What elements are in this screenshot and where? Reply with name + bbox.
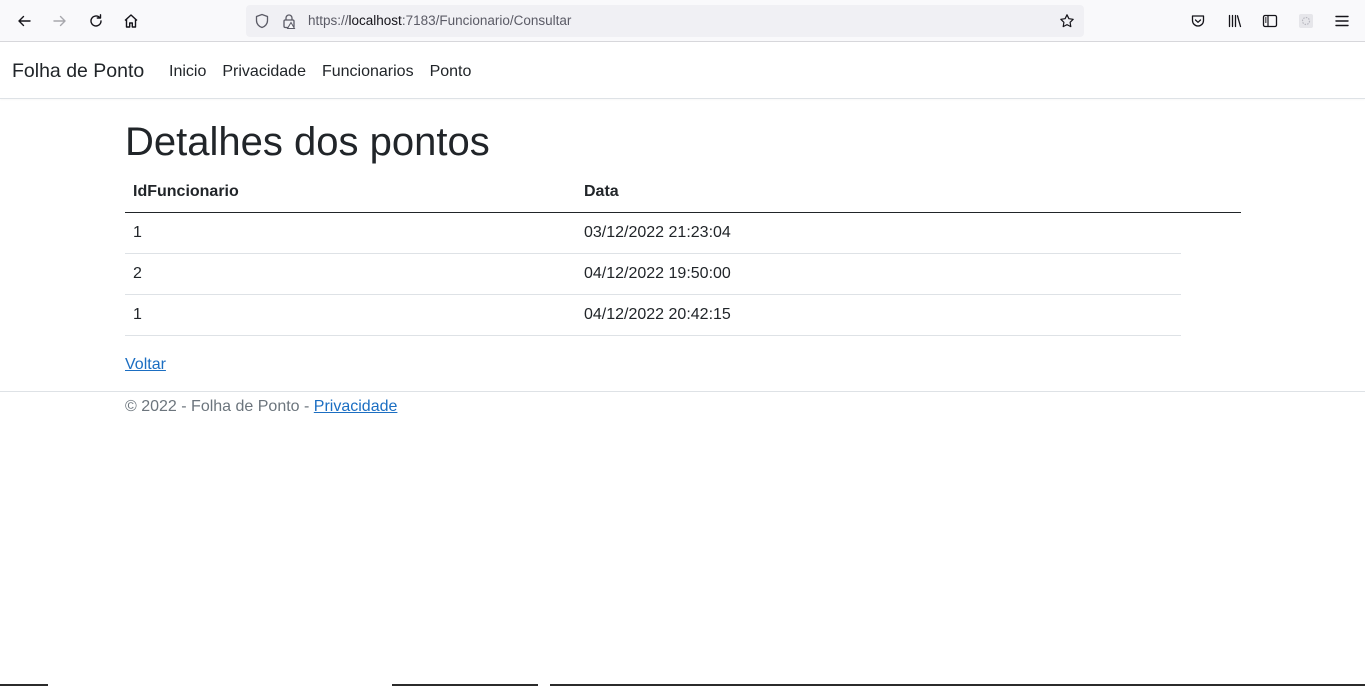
cell-data: 04/12/2022 20:42:15	[576, 294, 1241, 336]
row-separator-mask	[1181, 293, 1241, 295]
address-bar[interactable]: https://localhost:7183/Funcionario/Consu…	[246, 5, 1084, 37]
site-footer: © 2022 - Folha de Ponto - Privacidade	[0, 391, 1365, 421]
bookmark-star-icon[interactable]	[1059, 13, 1075, 29]
points-table: IdFuncionario Data 1 03/12/2022 21:23:04…	[125, 172, 1241, 336]
nav-link-inicio[interactable]: Inicio	[161, 42, 214, 99]
footer-privacy-link[interactable]: Privacidade	[314, 398, 398, 415]
table-row: 1 03/12/2022 21:23:04	[125, 212, 1241, 254]
pocket-icon	[1191, 15, 1205, 27]
extension-icon	[1299, 14, 1313, 28]
extension-button[interactable]	[1292, 7, 1320, 35]
brand-link[interactable]: Folha de Ponto	[12, 42, 144, 101]
column-header-idfuncionario: IdFuncionario	[125, 172, 576, 213]
back-button[interactable]	[10, 7, 38, 35]
table-row: 1 04/12/2022 20:42:15	[125, 294, 1241, 336]
lock-warning-icon[interactable]	[281, 13, 297, 29]
footer-content: © 2022 - Folha de Ponto - Privacidade	[125, 396, 397, 418]
nav-link-ponto[interactable]: Ponto	[422, 42, 480, 99]
cell-data: 03/12/2022 21:23:04	[576, 212, 1241, 254]
cell-idfuncionario: 1	[125, 294, 576, 336]
cell-idfuncionario: 2	[125, 253, 576, 295]
site-navbar: Folha de Ponto Inicio Privacidade Funcio…	[0, 42, 1365, 99]
menu-button[interactable]	[1328, 7, 1356, 35]
url-scheme: https://	[308, 13, 349, 28]
forward-button[interactable]	[46, 7, 74, 35]
browser-toolbar: https://localhost:7183/Funcionario/Consu…	[0, 0, 1365, 42]
footer-text: © 2022 - Folha de Ponto -	[125, 398, 314, 415]
cell-idfuncionario: 1	[125, 212, 576, 254]
back-link[interactable]: Voltar	[125, 354, 166, 376]
table-header-row: IdFuncionario Data	[125, 172, 1241, 213]
url-text[interactable]: https://localhost:7183/Funcionario/Consu…	[308, 5, 571, 37]
nav-link-funcionarios[interactable]: Funcionarios	[314, 42, 422, 99]
arrow-right-icon	[53, 15, 66, 27]
nav-link-privacidade[interactable]: Privacidade	[214, 42, 314, 99]
library-button[interactable]	[1221, 7, 1249, 35]
hamburger-menu-icon	[1335, 15, 1349, 27]
reload-icon	[90, 14, 102, 27]
cell-data: 04/12/2022 19:50:00	[576, 253, 1241, 295]
column-header-data: Data	[576, 172, 1241, 213]
sidebar-icon	[1262, 14, 1278, 28]
pocket-button[interactable]	[1184, 7, 1212, 35]
arrow-left-icon	[18, 15, 31, 27]
row-separator-mask	[1181, 252, 1241, 254]
url-path: :7183/Funcionario/Consultar	[401, 13, 572, 28]
library-icon	[1228, 14, 1242, 28]
shield-icon[interactable]	[254, 13, 270, 29]
nav-links: Inicio Privacidade Funcionarios Ponto	[161, 42, 479, 99]
home-button[interactable]	[117, 7, 145, 35]
page-title: Detalhes dos pontos	[125, 120, 490, 164]
sidebar-button[interactable]	[1256, 7, 1284, 35]
url-host: localhost	[348, 13, 402, 28]
row-separator-mask	[1181, 334, 1241, 336]
table-row: 2 04/12/2022 19:50:00	[125, 253, 1241, 295]
home-icon	[124, 14, 138, 28]
reload-button[interactable]	[82, 7, 110, 35]
